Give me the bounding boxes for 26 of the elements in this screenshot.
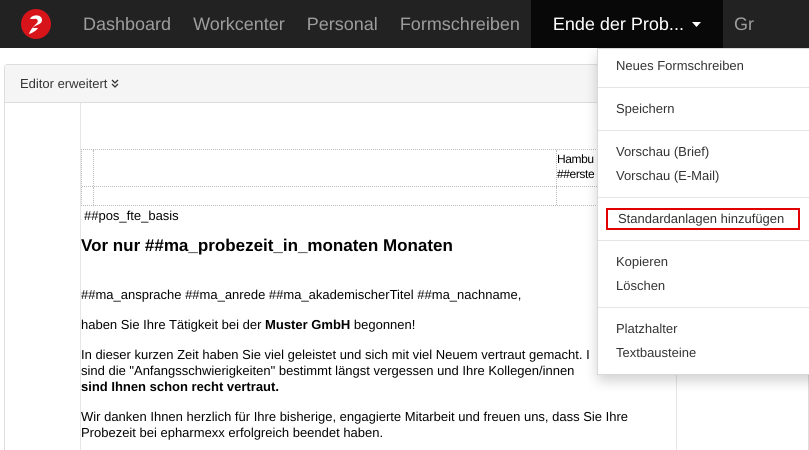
nav-tab[interactable]: Gr [722,0,765,48]
editor-mode-toggle[interactable]: Editor erweitert [20,74,120,94]
menu-item[interactable]: Vorschau (E-Mail) [606,165,800,187]
caret-icon [692,22,701,26]
menu-item[interactable]: Speichern [606,98,800,120]
nav-tab[interactable]: Personal [296,0,389,48]
nav-tab[interactable]: Dashboard [72,0,182,48]
letter-paragraph: Wir danken Ihnen herzlich für Ihre bisherige, engagierte Mitarbeit und freuen uns, dass Sie Ihre Probezeit bei epharmexx erfolgreich beendet haben. [81,409,628,441]
logo-icon [21,9,51,39]
letter-paragraph: ##ma_ansprache ##ma_anrede ##ma_akademischerTitel ##ma_nachname, [81,287,522,303]
nav-tab[interactable]: Ende der Prob... [530,0,723,48]
menu-item[interactable]: Standardanlagen hinzufügen [606,208,800,230]
table-cell-text: ##erste [557,167,594,182]
menu-item[interactable]: Textbausteine [606,342,800,364]
double-chevron-down-icon [111,79,120,88]
menu-item[interactable]: Platzhalter [606,318,800,340]
letter-paragraph: In dieser kurzen Zeit haben Sie viel geleistet und sich mit viel Neuem vertraut gemacht. I sind die "Anfangsschwierigkeiten" bestimmt längst vergessen und Ihre Kollegen/innen sind Ihnen schon recht vertraut. [81,347,590,395]
table-cell-text: Hambu [557,152,594,167]
menu-item[interactable]: Vorschau (Brief) [606,141,800,163]
letter-paragraph: haben Sie Ihre Tätigkeit bei der Muster GmbH begonnen! [81,317,416,333]
letter-heading: Vor nur ##ma_probezeit_in_monaten Monaten [81,235,453,257]
menu-item[interactable]: Löschen [606,275,800,297]
nav-tab[interactable]: Workcenter [182,0,296,48]
menu-item[interactable]: Kopieren [606,251,800,273]
menu-item[interactable]: Neues Formschreiben [606,55,800,77]
nav-tab[interactable]: Formschreiben [388,0,531,48]
